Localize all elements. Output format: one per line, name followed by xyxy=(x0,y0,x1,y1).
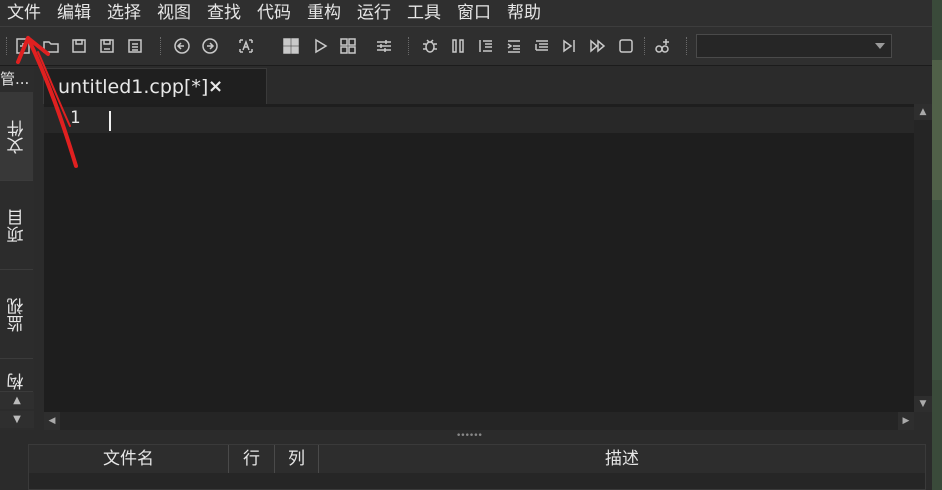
editor-tab-label: untitled1.cpp[*] xyxy=(58,76,209,98)
options-icon[interactable] xyxy=(374,36,394,56)
scroll-left-icon[interactable]: ◀ xyxy=(44,412,60,430)
toolbar-separator xyxy=(686,37,689,55)
horizontal-scrollbar[interactable]: ◀ ▶ xyxy=(44,412,914,430)
vertical-scrollbar[interactable]: ▲ ▼ xyxy=(914,104,932,412)
editor-tab[interactable]: untitled1.cpp[*] × xyxy=(43,68,267,104)
save-as-icon[interactable] xyxy=(97,36,117,56)
compile-run-icon[interactable] xyxy=(338,36,358,56)
side-tab-watch-label: 监视 xyxy=(7,298,28,332)
debug-target-select[interactable] xyxy=(696,34,892,58)
menu-file[interactable]: 文件 xyxy=(0,0,49,26)
side-tab-structure[interactable]: 构 xyxy=(0,359,33,392)
side-tab-project[interactable]: 项目 xyxy=(0,181,33,270)
stop-icon[interactable] xyxy=(616,36,636,56)
column-header-description[interactable]: 描述 xyxy=(319,445,925,473)
menu-window[interactable]: 窗口 xyxy=(449,0,499,26)
debug-icon[interactable] xyxy=(420,36,440,56)
column-header-line[interactable]: 行 xyxy=(229,445,275,473)
compile-icon[interactable] xyxy=(281,36,301,56)
side-scroll-down[interactable]: ▼ xyxy=(0,411,34,428)
splitter-grip-icon: •••••• xyxy=(456,431,483,441)
code-editor[interactable]: 1 xyxy=(44,104,914,412)
step-out-icon[interactable] xyxy=(532,36,552,56)
menu-edit[interactable]: 编辑 xyxy=(49,0,99,26)
continue-icon[interactable] xyxy=(588,36,608,56)
editor-tab-bar: untitled1.cpp[*] × xyxy=(34,66,932,104)
step-over-icon[interactable] xyxy=(504,36,524,56)
side-scroll-up[interactable]: ▲ xyxy=(0,392,34,409)
toolbar-separator xyxy=(408,37,411,55)
toolbar xyxy=(0,27,932,66)
forward-icon[interactable] xyxy=(200,36,220,56)
scroll-right-icon[interactable]: ▶ xyxy=(898,412,914,430)
close-icon[interactable]: × xyxy=(208,76,223,97)
menu-tools[interactable]: 工具 xyxy=(399,0,449,26)
toolbar-separator xyxy=(644,37,647,55)
side-tab-files[interactable]: 文件 xyxy=(0,92,33,181)
font-case-icon[interactable] xyxy=(236,36,256,56)
column-header-column[interactable]: 列 xyxy=(275,445,319,473)
menu-select[interactable]: 选择 xyxy=(99,0,149,26)
panel-splitter[interactable]: •••••• xyxy=(0,430,932,441)
new-file-icon[interactable] xyxy=(13,36,33,56)
chevron-down-icon xyxy=(875,43,885,49)
toolbar-separator xyxy=(6,37,9,55)
menu-run[interactable]: 运行 xyxy=(349,0,399,26)
desktop-background xyxy=(932,0,942,490)
menu-bar: 文件 编辑 选择 视图 查找 代码 重构 运行 工具 窗口 帮助 xyxy=(0,0,932,27)
menu-code[interactable]: 代码 xyxy=(249,0,299,26)
side-panel-title: 管... xyxy=(0,70,30,88)
menu-help[interactable]: 帮助 xyxy=(499,0,549,26)
scroll-up-icon[interactable]: ▲ xyxy=(914,104,932,120)
menu-view[interactable]: 视图 xyxy=(149,0,199,26)
run-icon[interactable] xyxy=(310,36,330,56)
side-panel: 管... 文件 项目 监视 构 ▲ ▼ xyxy=(0,66,34,430)
toolbar-separator xyxy=(160,37,163,55)
scrollbar-corner xyxy=(914,412,932,430)
side-tab-watch[interactable]: 监视 xyxy=(0,270,33,359)
desktop-region xyxy=(932,200,942,380)
current-line-highlight xyxy=(44,107,914,133)
scroll-down-icon[interactable]: ▼ xyxy=(914,396,932,412)
line-number: 1 xyxy=(70,108,81,128)
add-watch-icon[interactable] xyxy=(652,36,672,56)
pause-icon[interactable] xyxy=(448,36,468,56)
menu-refactor[interactable]: 重构 xyxy=(299,0,349,26)
save-icon[interactable] xyxy=(69,36,89,56)
desktop-region xyxy=(932,60,942,200)
step-into-icon[interactable] xyxy=(476,36,496,56)
side-tab-project-label: 项目 xyxy=(7,209,28,243)
column-header-filename[interactable]: 文件名 xyxy=(29,445,229,473)
menu-search[interactable]: 查找 xyxy=(199,0,249,26)
run-to-cursor-icon[interactable] xyxy=(560,36,580,56)
open-file-icon[interactable] xyxy=(41,36,61,56)
save-all-icon[interactable] xyxy=(125,36,145,56)
back-icon[interactable] xyxy=(172,36,192,56)
side-tab-structure-label: 构 xyxy=(7,373,28,391)
text-caret xyxy=(109,111,111,131)
messages-panel: 文件名 行 列 描述 xyxy=(28,444,926,490)
side-tab-files-label: 文件 xyxy=(7,120,28,154)
